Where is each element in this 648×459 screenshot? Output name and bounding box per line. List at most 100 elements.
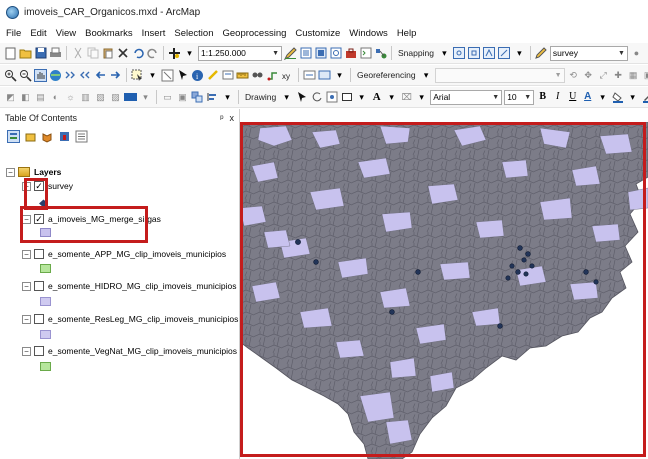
menu-view[interactable]: View [56,28,76,39]
collapse-icon[interactable]: − [22,281,31,291]
redo-icon[interactable] [146,47,159,60]
survey-point[interactable] [295,239,301,245]
text-tool-icon[interactable]: A [370,91,383,104]
fill-color-icon[interactable] [611,91,624,104]
select-elements-icon[interactable] [176,69,189,82]
align-icon[interactable] [206,91,219,104]
list-by-visibility-icon[interactable] [41,130,54,143]
drawing-label[interactable]: Drawing [243,92,278,102]
add-control-points-icon[interactable]: ✚ [612,69,625,82]
layer-row-hidro[interactable]: − e_somente_HIDRO_MG_clip_imoveis_munici… [22,281,237,291]
new-document-icon[interactable] [4,47,17,60]
rectangle-tool-icon[interactable] [340,91,353,104]
layer-visibility-checkbox[interactable]: ✓ [34,181,44,191]
font-color-button[interactable]: A [581,91,594,104]
collapse-icon[interactable]: − [22,314,31,324]
layer-row-survey[interactable]: − ✓ survey [22,181,73,191]
editor-toolbar-icon[interactable] [284,46,297,60]
menu-geoprocessing[interactable]: Geoprocessing [222,28,286,39]
table-of-contents-icon[interactable] [299,47,312,60]
gamma-icon[interactable]: ▥ [79,91,92,104]
zoom-out-icon[interactable] [19,69,32,82]
menu-customize[interactable]: Customize [295,28,340,39]
back-extent-icon[interactable] [94,69,107,82]
fixed-zoom-in-icon[interactable] [64,69,77,82]
georeferencing-layer-combo[interactable]: ▼ [434,67,565,83]
survey-point[interactable] [505,275,511,281]
full-extent-icon[interactable] [49,69,62,82]
fixed-zoom-out-icon[interactable] [79,69,92,82]
delete-icon[interactable] [116,47,129,60]
zoom-in-icon[interactable] [4,69,17,82]
menu-help[interactable]: Help [397,28,417,39]
snapping-label[interactable]: Snapping [396,48,436,58]
collapse-icon[interactable]: − [22,346,31,356]
collapse-icon[interactable]: − [22,249,31,259]
survey-point[interactable] [521,257,527,263]
save-icon[interactable] [34,47,47,60]
font-size-combo[interactable]: 10 ▼ [504,89,535,105]
survey-point[interactable] [415,269,421,275]
survey-point[interactable] [525,251,531,257]
collapse-icon[interactable]: − [22,214,31,224]
map-canvas[interactable] [240,122,648,459]
list-by-source-icon[interactable] [24,130,37,143]
clear-selection-icon[interactable] [161,69,174,82]
survey-point[interactable] [523,271,529,277]
list-by-selection-icon[interactable] [58,130,71,143]
catalog-icon[interactable] [314,47,327,60]
chevron-down-icon[interactable]: ▾ [415,91,428,104]
find-icon[interactable] [251,69,264,82]
survey-point[interactable] [389,309,395,315]
data-frame-icon[interactable]: ▣ [176,91,189,104]
edit-vertices-icon[interactable]: ⌧ [400,91,413,104]
survey-point[interactable] [515,269,521,275]
model-builder-icon[interactable] [374,47,387,60]
search-window-icon[interactable] [329,47,342,60]
group-icon[interactable] [191,91,204,104]
bold-button[interactable]: B [536,91,549,104]
transparency-icon[interactable]: ▧ [94,91,107,104]
layer-visibility-checkbox[interactable]: ✓ [34,214,44,224]
select-elements-icon[interactable] [295,91,308,104]
add-data-icon[interactable] [168,47,181,60]
map-display[interactable] [240,122,648,459]
python-window-icon[interactable] [359,47,372,60]
close-icon[interactable]: x [230,113,235,123]
hyperlink-icon[interactable] [206,69,219,82]
end-snapping-icon[interactable] [468,47,481,60]
rotate-element-icon[interactable] [310,91,323,104]
layer-visibility-checkbox[interactable] [34,249,44,259]
chevron-down-icon[interactable]: ▾ [221,91,234,104]
menu-edit[interactable]: Edit [30,28,46,39]
layer-row-vegnat[interactable]: − e_somente_VegNat_MG_clip_imoveis_munic… [22,346,237,356]
chevron-down-icon[interactable]: ▾ [626,91,639,104]
options-icon[interactable] [75,130,88,143]
arctoolbox-icon[interactable] [344,47,357,60]
viewer-window-icon[interactable] [318,69,331,82]
edit-tool-icon[interactable] [535,47,548,60]
measure-icon[interactable] [236,69,249,82]
italic-button[interactable]: I [551,91,564,104]
undo-icon[interactable] [131,47,144,60]
swipe-icon[interactable]: ◧ [19,91,32,104]
survey-point[interactable] [583,269,589,275]
survey-point[interactable] [313,259,319,265]
chevron-down-icon[interactable]: ▾ [146,69,159,82]
dither-icon[interactable]: ▨ [109,91,122,104]
print-icon[interactable] [49,47,62,60]
collapse-icon[interactable]: − [6,167,15,177]
underline-button[interactable]: U [566,91,579,104]
rotate-icon[interactable]: ⟲ [567,69,580,82]
layer-row-resleg[interactable]: − e_somente_ResLeg_MG_clip_imoveis_munic… [22,314,238,324]
chevron-down-icon[interactable]: ▾ [420,69,433,82]
chevron-down-icon[interactable]: ▾ [280,91,293,104]
brightness-icon[interactable]: ☼ [64,91,77,104]
chevron-down-icon[interactable]: ▾ [139,91,152,104]
vertex-snapping-icon[interactable] [483,47,496,60]
forward-extent-icon[interactable] [109,69,122,82]
survey-point[interactable] [517,245,523,251]
layer-row-app[interactable]: − e_somente_APP_MG_clip_imoveis_municipi… [22,249,226,259]
scale-icon[interactable]: ⤢ [597,69,610,82]
list-by-drawing-order-icon[interactable] [7,129,20,143]
